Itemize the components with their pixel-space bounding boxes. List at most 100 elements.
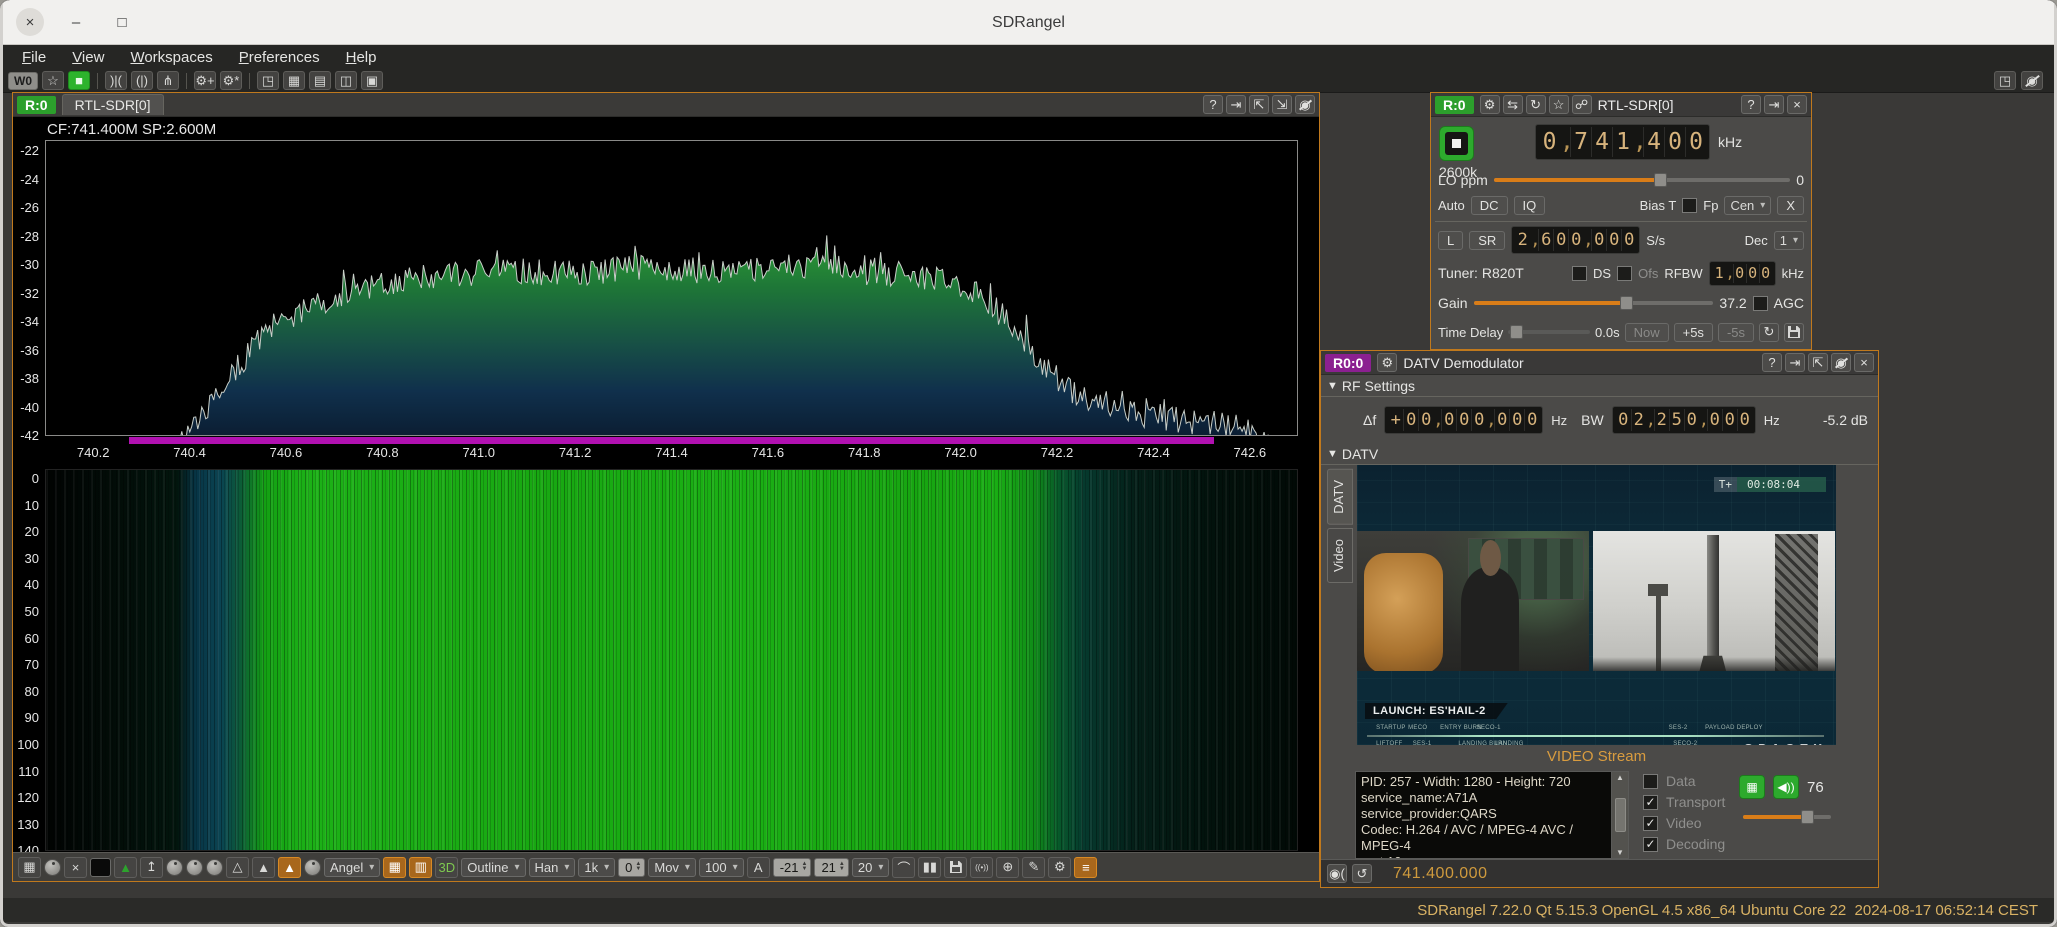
lcd-digit[interactable]: , [1633,127,1643,157]
shrink-window-icon[interactable]: ⇱ [1808,353,1828,372]
histogram-off-button[interactable]: △ [226,857,249,878]
spectrum-plot[interactable] [45,140,1298,436]
dc-correction-button[interactable]: DC [1471,196,1508,215]
lcd-digit[interactable]: 6 [1538,229,1553,251]
menu-view[interactable]: View [72,49,104,66]
expand-window-icon[interactable]: ⇲ [1272,95,1292,114]
log-scale-button[interactable]: ⌒ [892,857,915,878]
spinner-arrows-icon[interactable]: ▲▼ [839,862,845,872]
lcd-digit[interactable]: , [1560,127,1570,157]
histogram-waterfall-toggle-button[interactable]: ▥ [409,857,432,878]
time-delay-slider[interactable] [1508,330,1590,334]
waterfall-display[interactable] [45,469,1298,851]
lcd-digit[interactable]: 0 [1539,127,1560,157]
transverter-button[interactable]: X [1777,196,1804,215]
agc-checkbox[interactable] [1753,296,1768,311]
add-tx-device-icon[interactable]: (|) [131,71,153,90]
frequency-dial[interactable]: 0,741,400 [1535,124,1710,160]
spectrum-style-button[interactable]: ▲ [114,857,137,878]
channel-settings-icon[interactable]: ◉( [1327,864,1347,883]
move-to-workspace-icon[interactable]: ⇥ [1226,95,1246,114]
ref-level-spin[interactable]: -21▲▼ [773,858,812,877]
spinner-arrows-icon[interactable]: ▲▼ [635,862,641,872]
menu-file[interactable]: File [22,49,46,66]
lcd-digit[interactable]: , [1530,229,1538,251]
video-mute-button[interactable]: ▦ [1739,775,1765,799]
stack-windows-icon[interactable]: ▤ [309,71,331,90]
bandwidth-dial[interactable]: 02,250,000 [1612,406,1756,434]
waterfall-toggle-button[interactable]: ▦ [383,857,406,878]
style-select[interactable]: Outline▾ [461,858,525,877]
help-icon[interactable]: ? [1762,353,1782,372]
lcd-digit[interactable]: 0 [1494,409,1509,431]
move-to-workspace-icon[interactable]: ⇥ [1764,95,1784,114]
spectrogram-3d-button[interactable]: 3D [435,857,458,878]
hide-window-icon[interactable]: ◉ [1295,95,1315,114]
hide-all-windows-icon[interactable]: ◉ [2021,71,2043,90]
sample-rate-mode-button[interactable]: SR [1469,231,1505,250]
lcd-digit[interactable]: 2 [1631,409,1646,431]
tab-datv[interactable]: DATV [1327,469,1353,525]
scroll-down-icon[interactable]: ▼ [1616,848,1624,857]
lcd-digit[interactable]: 0 [1684,409,1699,431]
lcd-digit[interactable]: , [1646,409,1654,431]
lo-ppm-slider[interactable] [1494,178,1790,182]
lcd-digit[interactable]: 0 [1591,229,1606,251]
spectrum-window-titlebar[interactable]: R:0 RTL-SDR[0] ?⇥⇱⇲◉ [13,93,1319,117]
add-rx-device-icon[interactable]: )|( [105,71,127,90]
scroll-up-icon[interactable]: ▲ [1616,773,1624,782]
rf-settings-section-header[interactable]: ▼RF Settings [1321,375,1878,397]
favorites-icon[interactable]: ☆ [42,71,64,90]
lcd-digit[interactable]: 1 [1612,127,1633,157]
lcd-digit[interactable]: 0 [1509,409,1524,431]
menu-preferences[interactable]: Preferences [239,49,320,66]
settings-gear-icon[interactable]: ⚙ [1480,95,1500,114]
shrink-window-icon[interactable]: ⇱ [1249,95,1269,114]
lcd-digit[interactable]: 7 [1570,127,1591,157]
grid-intensity-dial[interactable] [44,859,61,876]
direct-sampling-checkbox[interactable] [1572,266,1587,281]
device-tab[interactable]: RTL-SDR[0] [62,94,164,115]
lcd-digit[interactable]: 0 [1524,409,1539,431]
lcd-digit[interactable]: 0 [1664,127,1685,157]
lcd-digit[interactable]: 0 [1553,229,1568,251]
volume-slider[interactable] [1743,815,1831,819]
calibration-button[interactable]: ⊕ [996,857,1019,878]
lcd-digit[interactable]: , [1583,229,1591,251]
reload-device-icon[interactable]: ↻ [1526,95,1546,114]
device-window-titlebar[interactable]: R:0 ⚙⇆↻☆☍ RTL-SDR[0] ?⇥× [1431,93,1811,117]
decimation-select[interactable]: 1▾ [1774,231,1804,250]
lcd-digit[interactable]: , [1699,409,1707,431]
lcd-digit[interactable]: 0 [1733,264,1746,283]
minus-5s-button[interactable]: -5s [1718,323,1754,342]
measurement-tool-button[interactable]: ⚙ [1048,857,1071,878]
fc-position-select[interactable]: Cen▾ [1724,196,1771,215]
add-feature-icon[interactable]: ⚙+ [194,71,216,90]
freeze-button[interactable]: ▮▮ [918,857,941,878]
range-spin[interactable]: 21▲▼ [814,858,848,877]
lcd-digit[interactable]: 0 [1685,127,1706,157]
menu-workspaces[interactable]: Workspaces [130,49,212,66]
workspaces-view-icon[interactable]: ◳ [1994,71,2016,90]
lcd-digit[interactable]: 0 [1471,409,1486,431]
lcd-digit[interactable]: 0 [1621,229,1636,251]
close-device-icon[interactable]: × [1787,95,1807,114]
lcd-digit[interactable]: 0 [1722,409,1737,431]
device-graph-icon[interactable]: ☍ [1572,95,1592,114]
lcd-digit[interactable]: 0 [1707,409,1722,431]
help-icon[interactable]: ? [1203,95,1223,114]
data-checkbox[interactable] [1643,774,1658,789]
autoscale-button[interactable]: A [747,857,770,878]
lcd-digit[interactable]: 4 [1591,127,1612,157]
audio-mute-button[interactable]: ◀)) [1773,775,1799,799]
grid-toggle-button[interactable]: ▦ [18,857,41,878]
tile-windows-icon[interactable]: ▦ [283,71,305,90]
fft-size-select[interactable]: 1k▾ [578,858,615,877]
lcd-digit[interactable]: 0 [1441,409,1456,431]
histogram-color-swatch[interactable] [90,858,111,877]
averaging-dial[interactable] [304,859,321,876]
iq-correction-button[interactable]: IQ [1514,196,1546,215]
restart-decoder-icon[interactable]: ↺ [1352,864,1372,883]
lcd-digit[interactable]: , [1486,409,1494,431]
fps-select[interactable]: 20▾ [852,858,890,877]
